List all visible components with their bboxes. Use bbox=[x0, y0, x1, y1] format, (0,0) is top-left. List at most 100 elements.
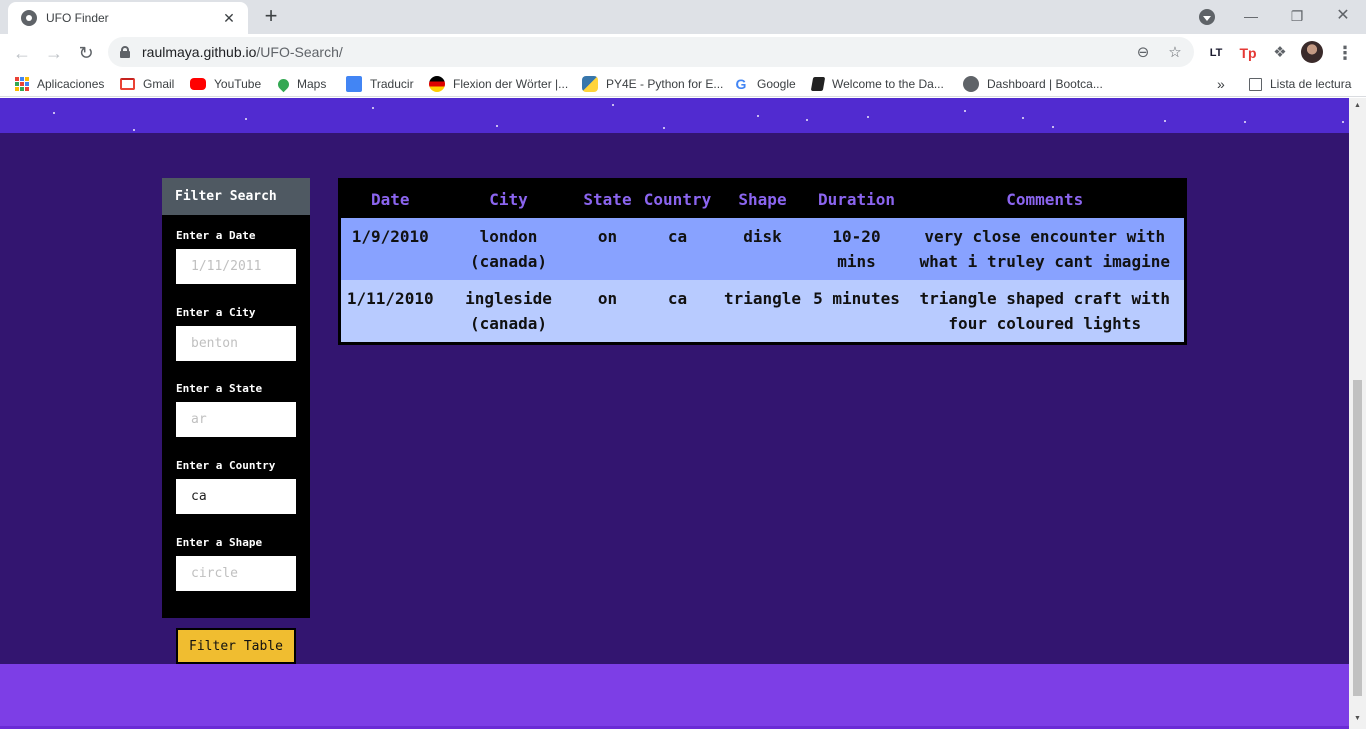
url-path: /UFO-Search/ bbox=[256, 44, 343, 60]
filter-table-button[interactable]: Filter Table bbox=[176, 628, 296, 664]
date-label: Enter a Date bbox=[176, 229, 256, 242]
column-header-state: State bbox=[577, 179, 638, 218]
flexion-icon bbox=[429, 76, 445, 92]
filter-search-header: Filter Search bbox=[162, 178, 310, 215]
cell-country: ca bbox=[637, 217, 718, 280]
bookmark-google[interactable]: G Google bbox=[733, 75, 796, 93]
tp-extension-icon[interactable]: Tp bbox=[1238, 43, 1258, 63]
bookmark-label: Gmail bbox=[143, 77, 175, 91]
cell-shape: triangle bbox=[717, 279, 808, 343]
restore-button[interactable]: ❐ bbox=[1282, 4, 1312, 28]
bookmark-label: Aplicaciones bbox=[37, 77, 105, 91]
bookmark-label: Welcome to the Da... bbox=[832, 77, 944, 91]
bookmark-youtube[interactable]: YouTube bbox=[190, 75, 261, 93]
tab-title: UFO Finder bbox=[46, 11, 109, 25]
reading-list-label: Lista de lectura bbox=[1270, 77, 1352, 91]
back-button[interactable]: ← bbox=[10, 41, 34, 65]
address-bar[interactable]: raulmaya.github.io/UFO-Search/ ⊖ ☆ bbox=[108, 37, 1194, 67]
column-header-shape: Shape bbox=[717, 179, 808, 218]
close-window-button[interactable]: ✕ bbox=[1328, 4, 1358, 28]
bookmark-star-icon[interactable]: ☆ bbox=[1166, 44, 1184, 62]
zoom-icon[interactable]: ⊖ bbox=[1134, 44, 1152, 62]
date-input[interactable] bbox=[176, 249, 296, 284]
page-footer bbox=[0, 664, 1349, 729]
reload-button[interactable]: ↻ bbox=[74, 41, 98, 65]
maps-pin-icon bbox=[275, 76, 292, 92]
country-input[interactable] bbox=[176, 479, 296, 514]
date-filter: Enter a Date bbox=[176, 229, 296, 284]
bookmark-label: Flexion der Wörter |... bbox=[453, 77, 569, 91]
extensions-puzzle-icon[interactable]: ❖ bbox=[1270, 43, 1290, 63]
scroll-down-icon[interactable]: ▼ bbox=[1353, 715, 1362, 722]
country-filter: Enter a Country bbox=[176, 459, 296, 514]
cell-date: 1/11/2010 bbox=[339, 279, 440, 343]
bookmark-welcome[interactable]: Welcome to the Da... bbox=[810, 75, 944, 93]
page-scrollbar[interactable]: ▲ ▼ bbox=[1349, 98, 1366, 729]
reading-list[interactable]: Lista de lectura bbox=[1249, 75, 1351, 93]
cell-country: ca bbox=[637, 279, 718, 343]
bookmark-maps[interactable]: Maps bbox=[275, 75, 327, 93]
cell-city: london (canada) bbox=[439, 217, 578, 280]
cell-state: on bbox=[577, 279, 638, 343]
shape-input[interactable] bbox=[176, 556, 296, 591]
youtube-icon bbox=[190, 78, 206, 90]
bookmark-dashboard[interactable]: Dashboard | Bootca... bbox=[963, 75, 1103, 93]
more-menu-icon[interactable]: ⋮ bbox=[1336, 41, 1354, 65]
toolbar: ← → ↻ raulmaya.github.io/UFO-Search/ ⊖ ☆… bbox=[0, 34, 1366, 71]
cell-shape: disk bbox=[717, 217, 808, 280]
bookmark-apps[interactable]: Aplicaciones bbox=[15, 75, 104, 93]
url-host: raulmaya.github.io bbox=[142, 44, 257, 60]
column-header-date: Date bbox=[339, 179, 440, 218]
python-icon bbox=[582, 76, 598, 92]
scroll-up-icon[interactable]: ▲ bbox=[1353, 102, 1362, 109]
bookmark-flexion[interactable]: Flexion der Wörter |... bbox=[429, 75, 568, 93]
bookmark-py4e[interactable]: PY4E - Python for E... bbox=[582, 75, 723, 93]
cell-duration: 5 minutes bbox=[807, 279, 906, 343]
column-header-comments: Comments bbox=[905, 179, 1186, 218]
bookmark-label: PY4E - Python for E... bbox=[606, 77, 724, 91]
city-filter: Enter a City bbox=[176, 306, 296, 361]
tab-strip: UFO Finder ✕ + — ❐ ✕ bbox=[0, 0, 1366, 34]
cell-date: 1/9/2010 bbox=[339, 217, 440, 280]
table-row: 1/9/2010 london (canada) on ca disk 10-2… bbox=[339, 217, 1186, 280]
cell-city: ingleside (canada) bbox=[439, 279, 578, 343]
bookmark-traducir[interactable]: Traducir bbox=[346, 75, 414, 93]
column-header-city: City bbox=[439, 179, 578, 218]
city-input[interactable] bbox=[176, 326, 296, 361]
state-input[interactable] bbox=[176, 402, 296, 437]
bookmark-label: Dashboard | Bootca... bbox=[987, 77, 1103, 91]
book-icon bbox=[810, 77, 826, 91]
filter-search-panel: Filter Search Enter a Date Enter a City … bbox=[162, 178, 310, 618]
bookmark-label: Traducir bbox=[370, 77, 414, 91]
bookmark-label: YouTube bbox=[214, 77, 262, 91]
profile-avatar[interactable] bbox=[1301, 41, 1323, 63]
forward-button[interactable]: → bbox=[42, 41, 66, 65]
column-header-duration: Duration bbox=[807, 179, 906, 218]
state-label: Enter a State bbox=[176, 382, 263, 395]
scroll-thumb[interactable] bbox=[1353, 380, 1362, 696]
minimize-button[interactable]: — bbox=[1236, 4, 1266, 28]
table-header-row: Date City State Country Shape Duration C… bbox=[339, 179, 1186, 218]
active-tab[interactable]: UFO Finder ✕ bbox=[8, 2, 248, 34]
more-bookmarks-icon[interactable]: » bbox=[1217, 75, 1225, 93]
cell-comments: very close encounter with what i truley … bbox=[905, 217, 1186, 280]
column-header-country: Country bbox=[637, 179, 718, 218]
languagetool-icon[interactable]: LT bbox=[1206, 43, 1226, 63]
shape-label: Enter a Shape bbox=[176, 536, 263, 549]
close-tab-icon[interactable]: ✕ bbox=[220, 10, 238, 27]
ufo-sightings-table: Date City State Country Shape Duration C… bbox=[338, 178, 1187, 345]
cell-state: on bbox=[577, 217, 638, 280]
lock-icon[interactable] bbox=[120, 46, 130, 58]
table-row: 1/11/2010 ingleside (canada) on ca trian… bbox=[339, 279, 1186, 343]
cell-comments: triangle shaped craft with four coloured… bbox=[905, 279, 1186, 343]
google-icon: G bbox=[735, 76, 747, 92]
bookmark-label: Google bbox=[757, 77, 796, 91]
state-filter: Enter a State bbox=[176, 382, 296, 437]
bookmark-label: Maps bbox=[297, 77, 327, 91]
reading-list-icon bbox=[1249, 77, 1262, 91]
page-content: Filter Search Enter a Date Enter a City … bbox=[0, 98, 1349, 729]
hero-banner bbox=[0, 98, 1349, 133]
new-tab-button[interactable]: + bbox=[259, 5, 283, 29]
bookmark-gmail[interactable]: Gmail bbox=[120, 75, 174, 93]
tab-search-icon[interactable] bbox=[1199, 9, 1215, 25]
